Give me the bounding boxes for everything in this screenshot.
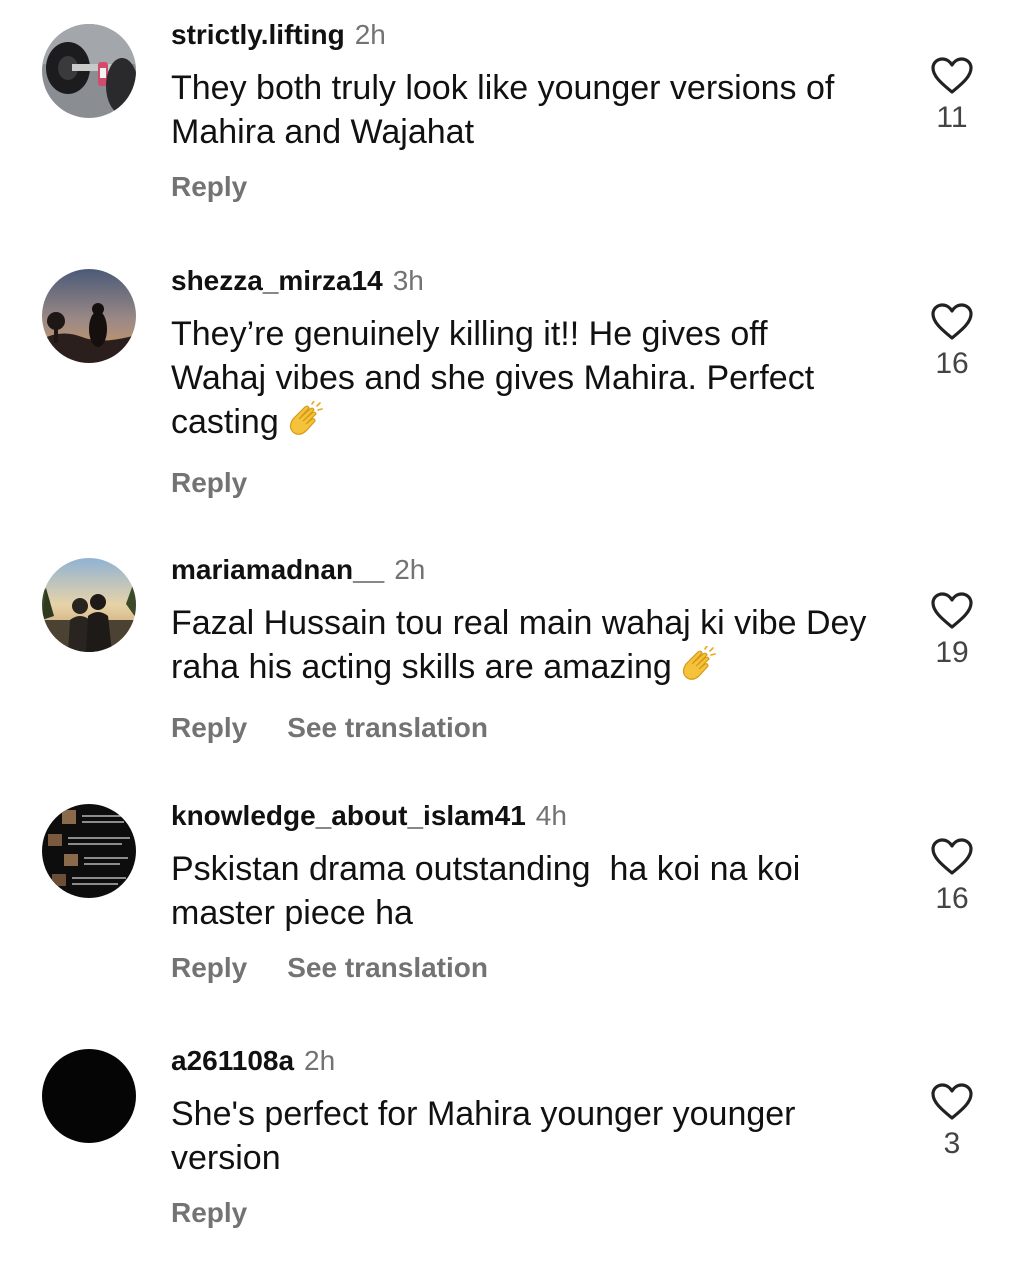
reply-button[interactable]: Reply	[171, 952, 247, 983]
avatar[interactable]	[42, 269, 136, 363]
like-count: 3	[943, 1127, 961, 1160]
comment-text: They’re genuinely killing it!! He gives …	[171, 312, 871, 450]
username[interactable]: strictly.lifting	[171, 19, 345, 50]
clapping-hands-icon	[285, 400, 323, 450]
comment-meta: strictly.lifting 2h	[171, 18, 891, 52]
comment-text: Pskistan drama outstanding ha koi na koi…	[171, 850, 810, 932]
comment-actions: Reply See translation	[171, 711, 891, 745]
comment-time: 3h	[392, 265, 424, 296]
heart-icon[interactable]	[931, 838, 973, 876]
comment-time: 2h	[394, 554, 426, 585]
comment-text-body: Fazal Hussain tou real main wahaj ki vib…	[171, 604, 867, 686]
username[interactable]: a261108a	[171, 1045, 294, 1076]
reply-button[interactable]: Reply	[171, 171, 247, 202]
comment-actions: Reply	[171, 466, 891, 500]
comment-text: Fazal Hussain tou real main wahaj ki vib…	[171, 601, 871, 695]
heart-icon[interactable]	[931, 57, 973, 95]
comment-actions: Reply	[171, 1196, 891, 1230]
comment-meta: knowledge_about_islam41 4h	[171, 799, 891, 833]
avatar[interactable]	[42, 558, 136, 652]
comment-actions: Reply	[171, 170, 891, 204]
like-control: 3	[926, 1083, 978, 1161]
comment-text-body: They’re genuinely killing it!! He gives …	[171, 315, 815, 441]
like-control: 16	[926, 838, 978, 916]
barbell-photo	[42, 24, 136, 118]
heart-icon[interactable]	[931, 1083, 973, 1121]
avatar[interactable]	[42, 1049, 136, 1143]
arabic-text-collage-photo	[42, 804, 136, 898]
avatar[interactable]	[42, 24, 136, 118]
username[interactable]: shezza_mirza14	[171, 265, 383, 296]
heart-icon[interactable]	[931, 303, 973, 341]
like-control: 16	[926, 303, 978, 381]
comment-time: 2h	[354, 19, 386, 50]
reply-button[interactable]: Reply	[171, 1197, 247, 1228]
comment-text: She's perfect for Mahira younger younger…	[171, 1095, 796, 1177]
black-avatar	[42, 1049, 136, 1143]
reply-button[interactable]: Reply	[171, 712, 247, 743]
comment-meta: mariamadnan__ 2h	[171, 553, 891, 587]
heart-icon[interactable]	[931, 592, 973, 630]
comment-text: They both truly look like younger versio…	[171, 69, 835, 151]
reply-button[interactable]: Reply	[171, 467, 247, 498]
clapping-hands-icon	[678, 645, 716, 695]
couple-sunset-photo	[42, 558, 136, 652]
like-count: 16	[935, 347, 969, 380]
see-translation-button[interactable]: See translation	[287, 712, 488, 743]
comment-actions: Reply See translation	[171, 951, 891, 985]
username[interactable]: mariamadnan__	[171, 554, 384, 585]
comment-time: 2h	[304, 1045, 336, 1076]
like-control: 11	[926, 57, 978, 135]
sunset-silhouette-photo	[42, 269, 136, 363]
comment-meta: a261108a 2h	[171, 1044, 891, 1078]
like-control: 19	[926, 592, 978, 670]
like-count: 19	[935, 636, 969, 669]
like-count: 11	[936, 101, 968, 134]
like-count: 16	[935, 882, 969, 915]
username[interactable]: knowledge_about_islam41	[171, 800, 526, 831]
comment-time: 4h	[535, 800, 567, 831]
avatar[interactable]	[42, 804, 136, 898]
comment-meta: shezza_mirza14 3h	[171, 264, 891, 298]
see-translation-button[interactable]: See translation	[287, 952, 488, 983]
